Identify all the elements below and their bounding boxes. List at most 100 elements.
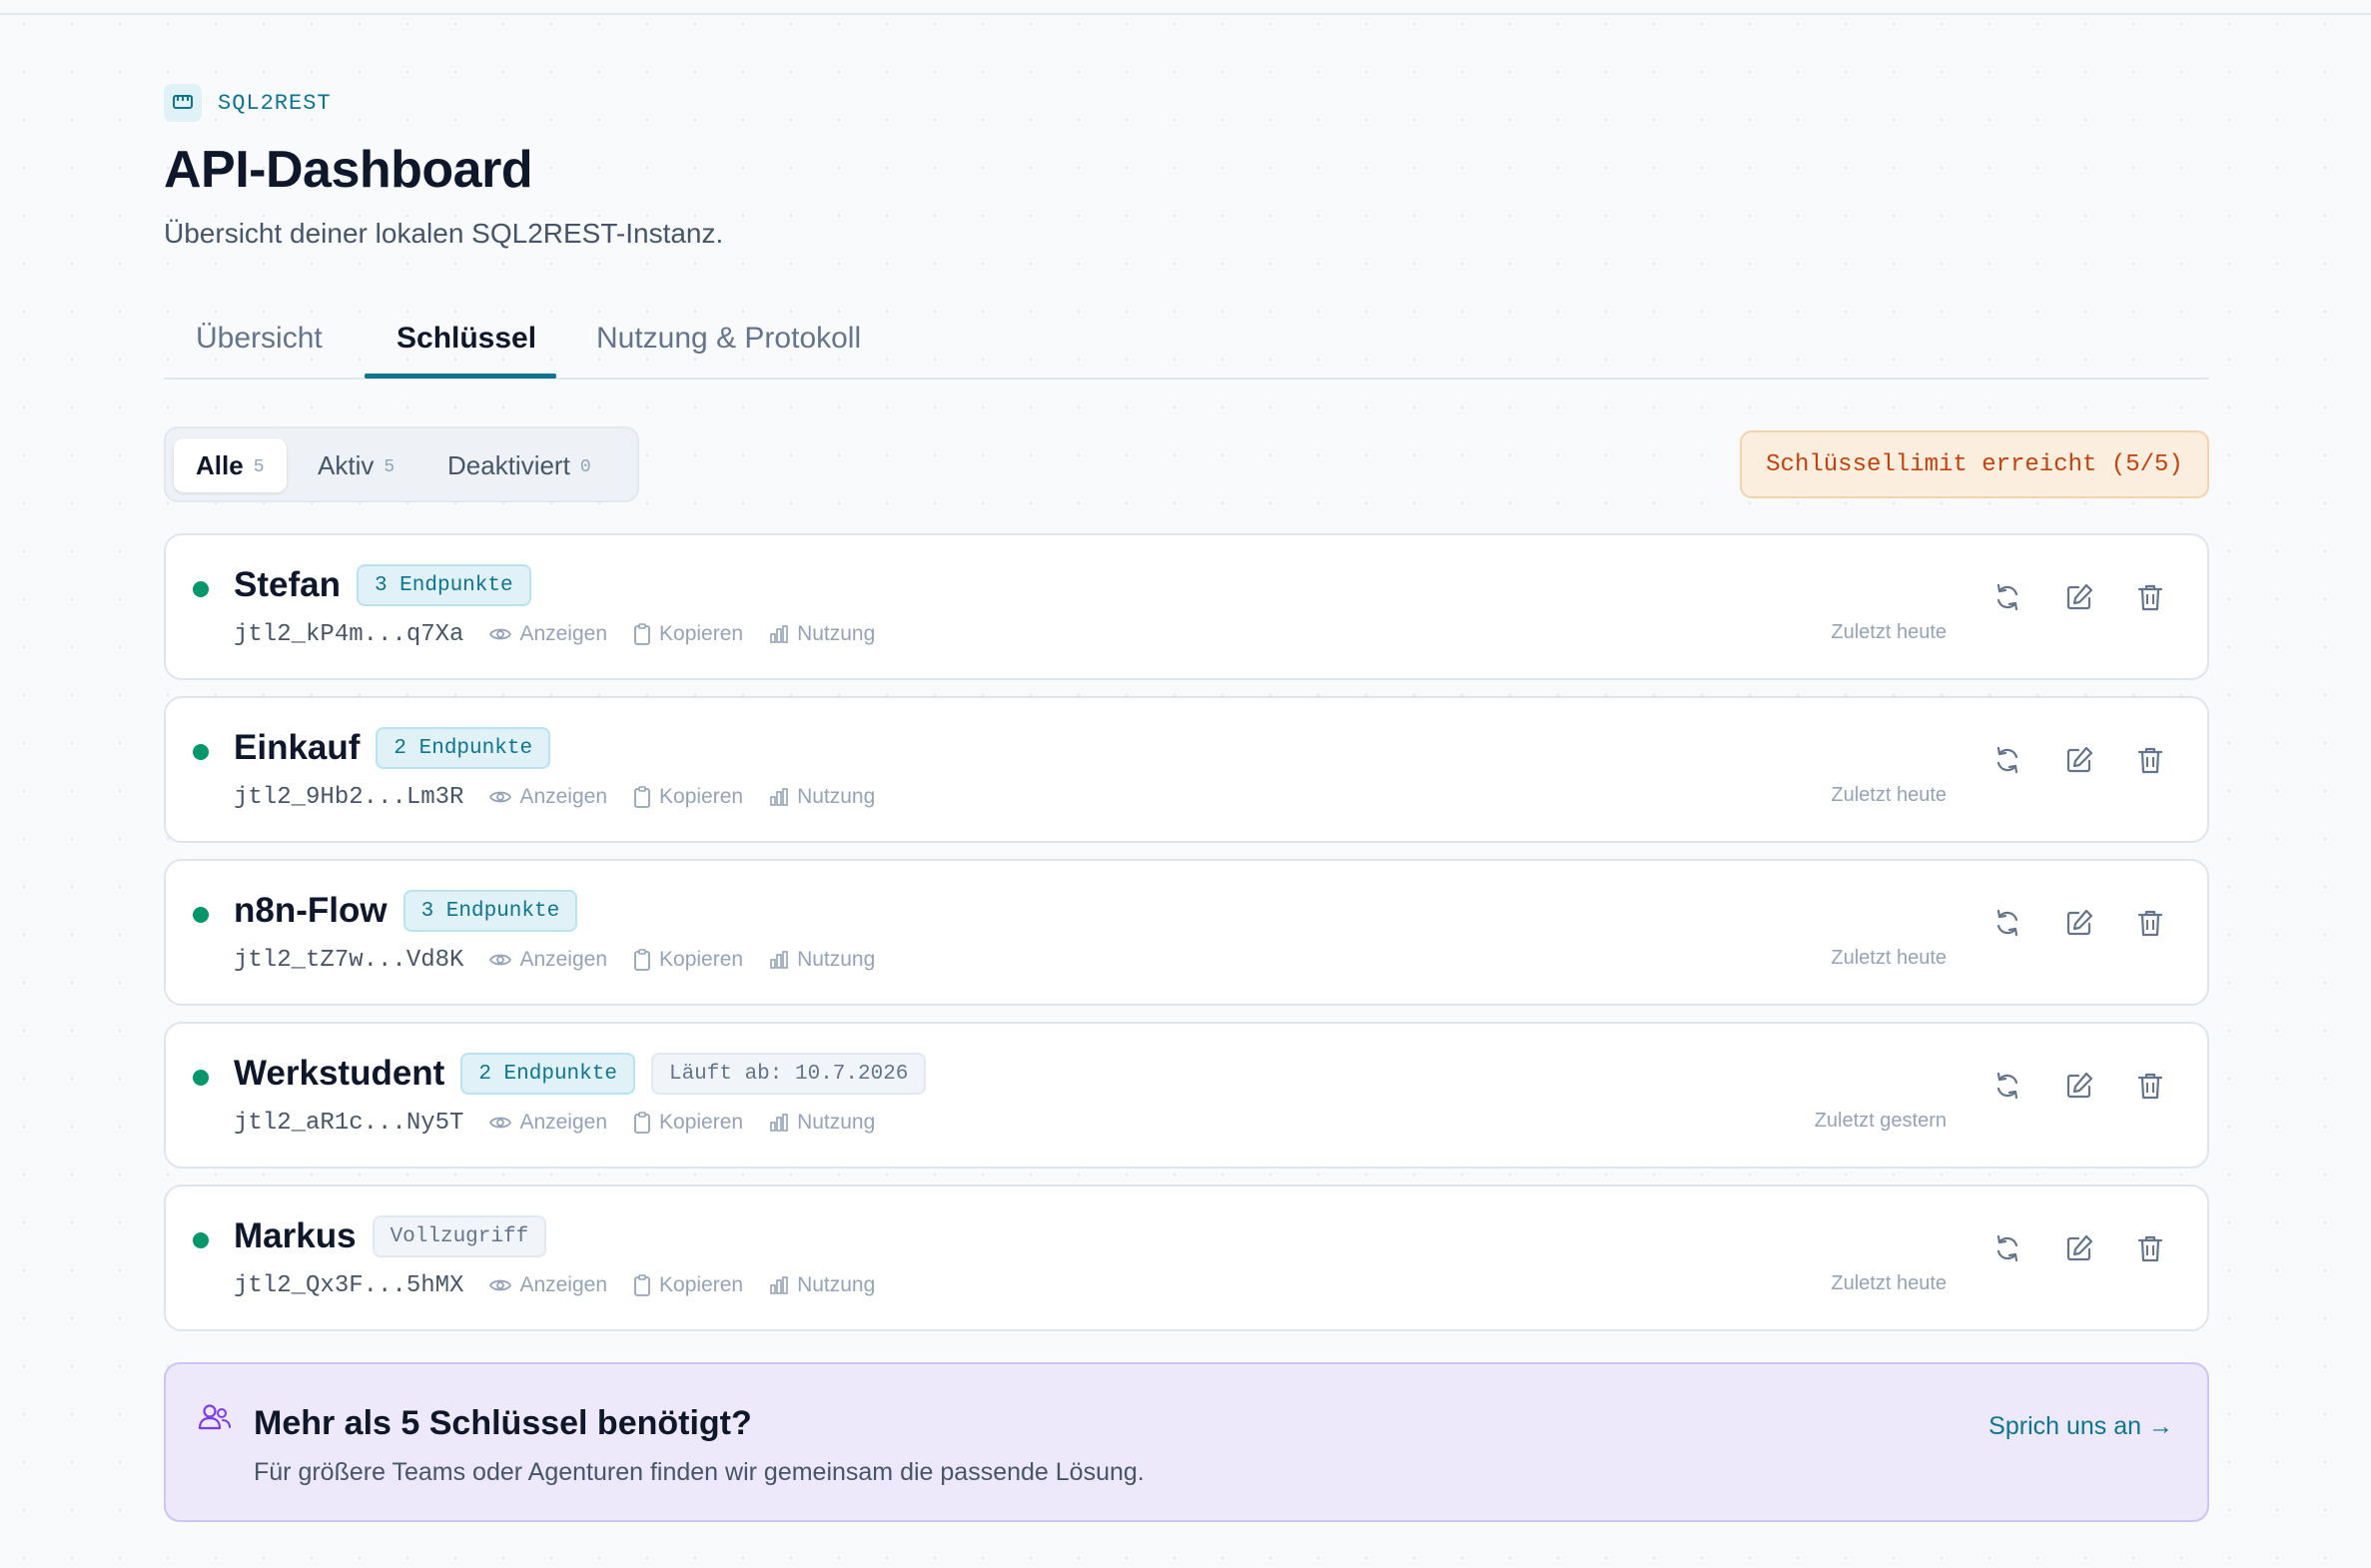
eye-icon — [489, 1117, 512, 1129]
show-key-button[interactable]: Anzeigen — [489, 948, 607, 972]
copy-key-button[interactable]: Kopieren — [633, 948, 743, 972]
key-code: jtl2_Qx3F...5hMX — [234, 1271, 464, 1299]
last-used: Zuletzt heute — [1831, 784, 1947, 806]
usage-button[interactable]: Nutzung — [769, 1111, 875, 1135]
clipboard-icon — [634, 949, 650, 971]
usage-button[interactable]: Nutzung — [769, 948, 875, 972]
usage-button[interactable]: Nutzung — [769, 785, 875, 809]
bar-chart-icon — [770, 788, 788, 806]
refresh-icon — [1996, 909, 2018, 937]
tab-overview[interactable]: Übersicht — [196, 322, 323, 378]
regenerate-button[interactable] — [1985, 1064, 2029, 1108]
usage-button[interactable]: Nutzung — [769, 1273, 875, 1297]
key-code: jtl2_kP4m...q7Xa — [234, 620, 464, 648]
regenerate-button[interactable] — [1985, 575, 2029, 619]
copy-key-label: Kopieren — [659, 1111, 744, 1134]
status-dot — [193, 744, 209, 760]
clipboard-icon — [634, 623, 650, 645]
eye-icon — [489, 954, 512, 966]
edit-icon — [2066, 1234, 2093, 1261]
delete-button[interactable] — [2128, 901, 2172, 945]
trash-icon — [2137, 747, 2163, 774]
active-tab-indicator — [365, 374, 556, 379]
key-name: Einkauf — [234, 728, 361, 767]
usage-label: Nutzung — [797, 1111, 876, 1134]
filter-all-label: Alle — [196, 449, 244, 480]
filter-deactivated-count: 0 — [579, 457, 591, 477]
access-tag: Vollzugriff — [372, 1215, 547, 1257]
regenerate-button[interactable] — [1985, 738, 2029, 782]
filter-active[interactable]: Aktiv 5 — [296, 438, 416, 492]
usage-label: Nutzung — [797, 1273, 876, 1296]
eye-icon — [489, 1279, 512, 1291]
brand-name: SQL2REST — [218, 90, 332, 116]
copy-key-button[interactable]: Kopieren — [633, 1111, 743, 1135]
usage-button[interactable]: Nutzung — [769, 622, 875, 646]
key-card: Markus Vollzugriff jtl2_Qx3F...5hMX Anze… — [164, 1184, 2209, 1331]
tab-keys[interactable]: Schlüssel — [396, 322, 536, 378]
regenerate-button[interactable] — [1985, 901, 2029, 945]
show-key-button[interactable]: Anzeigen — [489, 785, 607, 809]
brand: SQL2REST — [164, 84, 332, 122]
filter-active-label: Aktiv — [318, 449, 375, 480]
key-card: Einkauf 2 Endpunkte jtl2_9Hb2...Lm3R Anz… — [164, 696, 2209, 843]
status-dot — [193, 581, 209, 597]
key-card: n8n-Flow 3 Endpunkte jtl2_tZ7w...Vd8K An… — [164, 859, 2209, 1006]
edit-button[interactable] — [2057, 738, 2101, 782]
bar-chart-icon — [770, 1276, 788, 1294]
copy-key-label: Kopieren — [659, 948, 744, 971]
page-subtitle: Übersicht deiner lokalen SQL2REST-Instan… — [164, 218, 724, 249]
delete-button[interactable] — [2128, 1226, 2172, 1270]
last-used: Zuletzt gestern — [1814, 1110, 1947, 1132]
trash-icon — [2137, 584, 2163, 611]
show-key-button[interactable]: Anzeigen — [489, 1111, 607, 1135]
copy-key-button[interactable]: Kopieren — [633, 785, 743, 809]
contact-banner-text: Für größere Teams oder Agenturen finden … — [254, 1458, 1145, 1486]
edit-button[interactable] — [2057, 901, 2101, 945]
show-key-button[interactable]: Anzeigen — [489, 622, 607, 646]
endpoint-tag: 2 Endpunkte — [376, 727, 551, 769]
key-name: Stefan — [234, 565, 341, 604]
copy-key-label: Kopieren — [659, 622, 744, 645]
regenerate-button[interactable] — [1985, 1226, 2029, 1270]
last-used: Zuletzt heute — [1831, 1272, 1947, 1294]
edit-icon — [2066, 583, 2093, 610]
copy-key-button[interactable]: Kopieren — [633, 1273, 743, 1297]
filter-deactivated[interactable]: Deaktiviert 0 — [425, 438, 613, 492]
expiry-tag: Läuft ab: 10.7.2026 — [650, 1053, 927, 1095]
copy-key-button[interactable]: Kopieren — [633, 622, 743, 646]
key-code: jtl2_aR1c...Ny5T — [234, 1109, 464, 1137]
edit-icon — [2066, 1072, 2093, 1099]
key-card: Werkstudent 2 Endpunkte Läuft ab: 10.7.2… — [164, 1022, 2209, 1169]
clipboard-icon — [634, 1274, 650, 1296]
refresh-icon — [1996, 583, 2018, 611]
key-name: n8n-Flow — [234, 891, 388, 930]
delete-button[interactable] — [2128, 738, 2172, 782]
edit-icon — [2066, 909, 2093, 936]
usage-label: Nutzung — [797, 948, 876, 971]
contact-us-link[interactable]: Sprich uns an → — [1988, 1412, 2173, 1441]
top-bar — [0, 0, 2371, 15]
delete-button[interactable] — [2128, 575, 2172, 619]
edit-button[interactable] — [2057, 1064, 2101, 1108]
trash-icon — [2137, 1073, 2163, 1100]
show-key-button[interactable]: Anzeigen — [489, 1273, 607, 1297]
refresh-icon — [1996, 746, 2018, 774]
show-key-label: Anzeigen — [519, 785, 608, 808]
clipboard-icon — [634, 1112, 650, 1134]
filter-all-count: 5 — [253, 457, 265, 477]
edit-button[interactable] — [2057, 1226, 2101, 1270]
show-key-label: Anzeigen — [519, 1273, 608, 1296]
filter-segment: Alle 5 Aktiv 5 Deaktiviert 0 — [164, 426, 639, 502]
filter-all[interactable]: Alle 5 — [174, 438, 287, 492]
tab-usage-log[interactable]: Nutzung & Protokoll — [596, 322, 861, 378]
copy-key-label: Kopieren — [659, 1273, 744, 1296]
edit-button[interactable] — [2057, 575, 2101, 619]
clipboard-icon — [634, 786, 650, 808]
bar-chart-icon — [770, 1114, 788, 1132]
last-used: Zuletzt heute — [1831, 621, 1947, 643]
bar-chart-icon — [770, 951, 788, 969]
delete-button[interactable] — [2128, 1064, 2172, 1108]
key-card: Stefan 3 Endpunkte jtl2_kP4m...q7Xa Anze… — [164, 533, 2209, 680]
contact-banner: Mehr als 5 Schlüssel benötigt? Für größe… — [164, 1362, 2209, 1522]
